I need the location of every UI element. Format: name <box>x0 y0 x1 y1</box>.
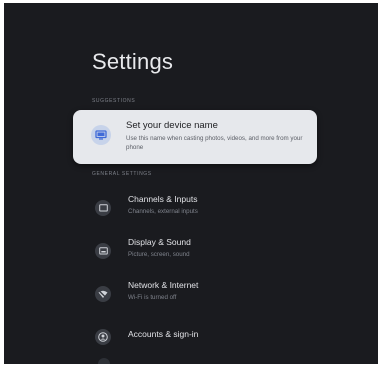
display-icon <box>95 243 111 259</box>
input-icon <box>95 200 111 216</box>
menu-item-display-sound[interactable]: Display & Sound Picture, screen, sound <box>84 233 314 267</box>
menu-item-subtitle: Picture, screen, sound <box>128 251 190 258</box>
account-icon <box>95 329 111 345</box>
general-settings-header: GENERAL SETTINGS <box>92 171 152 177</box>
device-name-suggestion-card[interactable]: Set your device name Use this name when … <box>73 110 317 164</box>
menu-item-label: Display & Sound <box>128 237 191 247</box>
menu-item-subtitle: Channels, external inputs <box>128 208 198 215</box>
menu-item-label: Network & Internet <box>128 280 199 290</box>
card-title: Set your device name <box>126 120 218 131</box>
menu-item-channels-inputs[interactable]: Channels & Inputs Channels, external inp… <box>84 190 314 224</box>
suggestions-header: SUGGESTIONS <box>92 98 136 104</box>
menu-item-label: Accounts & sign-in <box>128 329 199 339</box>
tv-cast-icon <box>91 125 111 145</box>
wifi-off-icon <box>95 286 111 302</box>
next-item-icon-partial <box>98 358 110 364</box>
card-subtitle: Use this name when casting photos, video… <box>126 135 303 151</box>
tv-settings-screen: Settings SUGGESTIONS Set your device nam… <box>4 3 378 364</box>
menu-item-subtitle: Wi-Fi is turned off <box>128 294 177 301</box>
menu-item-label: Channels & Inputs <box>128 194 198 204</box>
page-title: Settings <box>92 49 174 74</box>
menu-item-network-internet[interactable]: Network & Internet Wi-Fi is turned off <box>84 276 314 310</box>
menu-item-accounts-sign-in[interactable]: Accounts & sign-in <box>84 319 314 353</box>
